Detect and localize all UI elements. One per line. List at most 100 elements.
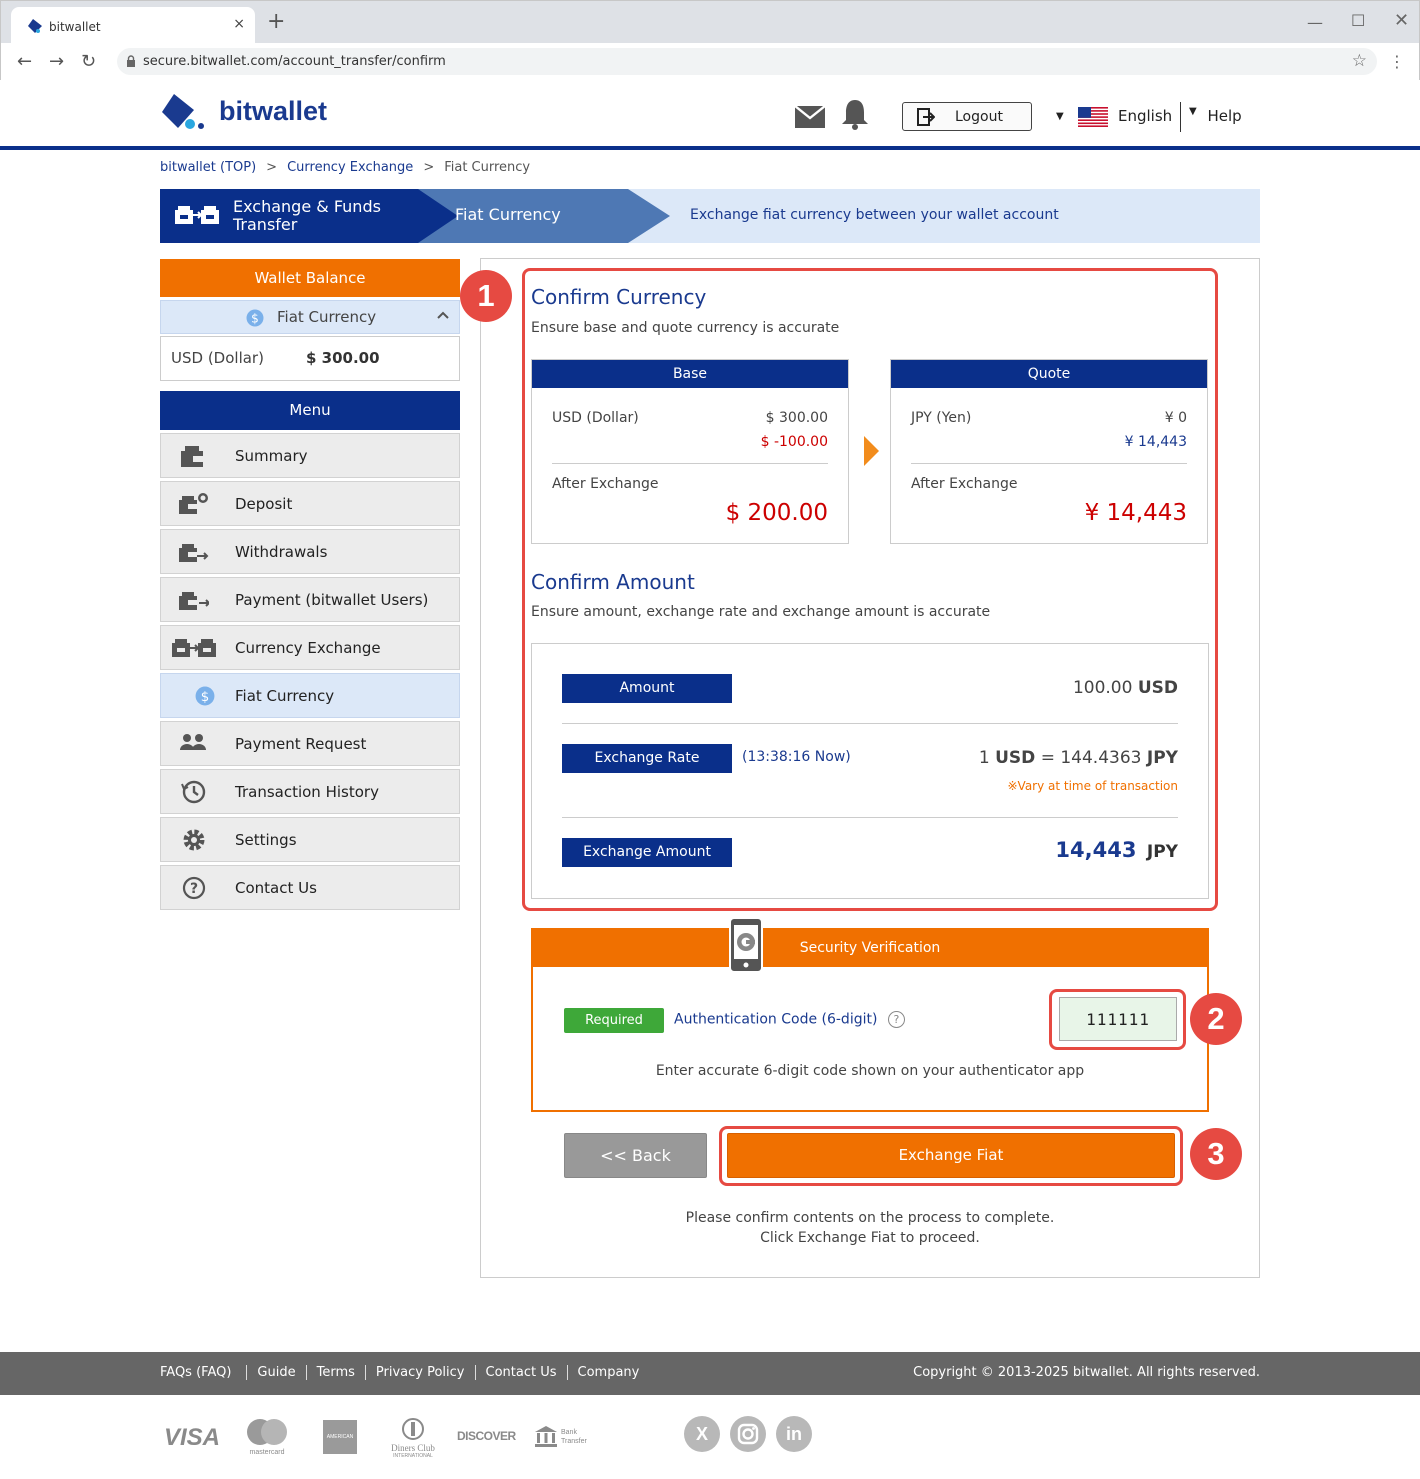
lock-icon	[127, 55, 135, 67]
help-label: Help	[1207, 107, 1242, 125]
exchange-amount-unit: JPY	[1146, 842, 1178, 862]
url-field[interactable]: secure.bitwallet.com/account_transfer/co…	[117, 48, 1377, 75]
language-caret-icon: ▼	[1056, 111, 1064, 122]
browser-chrome: bitwallet × + — ☐ ✕ ← → ↻ secure.bitwall…	[0, 0, 1420, 80]
back-button[interactable]: << Back	[564, 1133, 707, 1178]
browser-tab[interactable]: bitwallet ×	[11, 7, 255, 43]
base-currency-card: Base USD (Dollar) $ 300.00 $ -100.00 Aft…	[531, 359, 849, 544]
smartphone-authenticator-icon	[729, 917, 763, 973]
auth-code-note: Enter accurate 6-digit code shown on you…	[655, 1063, 1085, 1079]
sidebar-item-label: Payment (bitwallet Users)	[235, 591, 429, 609]
exchange-amount-row: 14,443 JPY	[1055, 838, 1178, 862]
quote-currency: JPY (Yen)	[911, 410, 972, 426]
sidebar-item-payment[interactable]: Payment (bitwallet Users)	[160, 577, 460, 622]
required-badge: Required	[564, 1008, 664, 1033]
sidebar-item-label: Settings	[235, 831, 297, 849]
sidebar-item-currency-exchange[interactable]: Currency Exchange	[160, 625, 460, 670]
quote-after-label: After Exchange	[911, 476, 1018, 492]
sidebar-item-withdrawals[interactable]: Withdrawals	[160, 529, 460, 574]
balance-currency: USD (Dollar)	[171, 349, 264, 367]
banner-description: Exchange fiat currency between your wall…	[690, 207, 1059, 223]
breadcrumb-exchange-link[interactable]: Currency Exchange	[287, 160, 413, 175]
bank-transfer-text: Bank Transfer	[561, 1428, 587, 1446]
divider	[911, 463, 1187, 464]
mail-icon[interactable]	[795, 106, 825, 128]
wallet-balance-row: USD (Dollar) $ 300.00	[160, 336, 460, 381]
payment-icon	[179, 592, 209, 610]
sidebar-item-summary[interactable]: Summary	[160, 433, 460, 478]
sidebar-item-settings[interactable]: Settings	[160, 817, 460, 862]
base-currency: USD (Dollar)	[552, 410, 639, 426]
step-badge-2: 2	[1190, 993, 1242, 1045]
language-label: English	[1118, 107, 1173, 125]
chevron-up-icon	[437, 311, 449, 319]
footer-link-faq[interactable]: FAQs (FAQ)	[160, 1365, 246, 1380]
divider	[562, 817, 1178, 818]
amount-value: 100.00	[1072, 678, 1133, 698]
help-menu[interactable]: ▼ Help	[1180, 102, 1242, 132]
confirm-note: Please confirm contents on the process t…	[480, 1208, 1260, 1248]
sidebar-item-label: Deposit	[235, 495, 293, 513]
amex-logo: AMERICAN EXPRESS	[323, 1420, 357, 1454]
exchange-fiat-button[interactable]: Exchange Fiat	[727, 1133, 1175, 1178]
deposit-icon	[179, 493, 208, 514]
sidebar-item-label: Withdrawals	[235, 543, 328, 561]
bitwallet-logo[interactable]: bitwallet	[160, 92, 350, 136]
footer: FAQs (FAQ) Guide Terms Privacy Policy Contac…	[0, 1352, 1420, 1395]
confirm-currency-description: Ensure base and quote currency is accura…	[531, 320, 840, 336]
sidebar-item-deposit[interactable]: Deposit	[160, 481, 460, 526]
logout-button[interactable]: Logout	[902, 102, 1032, 131]
forward-arrow-icon[interactable]: →	[49, 51, 64, 72]
fiat-currency-toggle[interactable]: $ Fiat Currency	[160, 300, 460, 334]
exchange-amount-label: Exchange Amount	[562, 838, 732, 867]
bitwallet-favicon-icon	[28, 19, 42, 33]
dollar-icon: $	[246, 309, 264, 327]
auth-code-label: Authentication Code (6-digit) ?	[674, 1011, 905, 1028]
bank-transfer-logo: Bank Transfer	[534, 1424, 604, 1450]
sidebar-item-payment-request[interactable]: Payment Request	[160, 721, 460, 766]
footer-link-guide[interactable]: Guide	[246, 1365, 306, 1380]
quote-current-balance: ¥ 0	[1164, 410, 1187, 426]
logout-icon	[917, 108, 935, 126]
footer-link-company[interactable]: Company	[566, 1365, 650, 1380]
footer-link-terms[interactable]: Terms	[305, 1365, 365, 1380]
diners-text: Diners Club	[391, 1443, 435, 1453]
mastercard-logo: mastercard	[245, 1418, 289, 1458]
base-after-label: After Exchange	[552, 476, 659, 492]
sidebar-item-fiat-currency[interactable]: $ Fiat Currency	[160, 673, 460, 718]
exchange-rate-row: 1 USD = 144.4363 JPY	[979, 748, 1178, 768]
divider	[562, 723, 1178, 724]
base-change: $ -100.00	[760, 434, 828, 450]
question-icon: ?	[182, 876, 206, 900]
copyright: Copyright © 2013-2025 bitwallet. All rig…	[913, 1365, 1260, 1380]
confirm-currency-title: Confirm Currency	[531, 285, 707, 309]
quote-currency-card: Quote JPY (Yen) ¥ 0 ¥ 14,443 After Excha…	[890, 359, 1208, 544]
tab-close-icon[interactable]: ×	[233, 16, 245, 32]
x-social-icon[interactable]: X	[684, 1416, 720, 1452]
minimize-icon[interactable]: —	[1307, 13, 1323, 32]
footer-link-privacy[interactable]: Privacy Policy	[364, 1365, 475, 1380]
bell-icon[interactable]	[840, 98, 870, 130]
browser-menu-icon[interactable]: ⋮	[1389, 52, 1405, 71]
sidebar-item-transaction-history[interactable]: Transaction History	[160, 769, 460, 814]
confirm-note-line-2: Click Exchange Fiat to proceed.	[760, 1230, 980, 1246]
diners-logo: Diners Club INTERNATIONAL	[388, 1418, 438, 1462]
sidebar-item-contact-us[interactable]: ? Contact Us	[160, 865, 460, 910]
help-circle-icon[interactable]: ?	[887, 1011, 905, 1028]
back-arrow-icon[interactable]: ←	[17, 51, 32, 72]
footer-link-contact[interactable]: Contact Us	[474, 1365, 567, 1380]
new-tab-icon[interactable]: +	[267, 11, 285, 33]
rate-time: (13:38:16 Now)	[742, 749, 851, 765]
bookmark-star-icon[interactable]: ☆	[1352, 51, 1367, 71]
breadcrumb: bitwallet (TOP) > Currency Exchange > Fiat C…	[160, 160, 530, 175]
close-window-icon[interactable]: ✕	[1394, 10, 1409, 31]
maximize-icon[interactable]: ☐	[1351, 11, 1365, 30]
linkedin-social-icon[interactable]: in	[776, 1416, 812, 1452]
fiat-toggle-label: Fiat Currency	[277, 308, 377, 326]
banner-step-1-label: Exchange & Funds Transfer	[233, 197, 381, 234]
instagram-social-icon[interactable]	[730, 1416, 766, 1452]
breadcrumb-top-link[interactable]: bitwallet (TOP)	[160, 160, 256, 175]
reload-icon[interactable]: ↻	[81, 51, 96, 72]
footer-links: FAQs (FAQ) Guide Terms Privacy Policy Contac…	[160, 1365, 650, 1380]
exchange-funds-icon	[175, 206, 219, 224]
